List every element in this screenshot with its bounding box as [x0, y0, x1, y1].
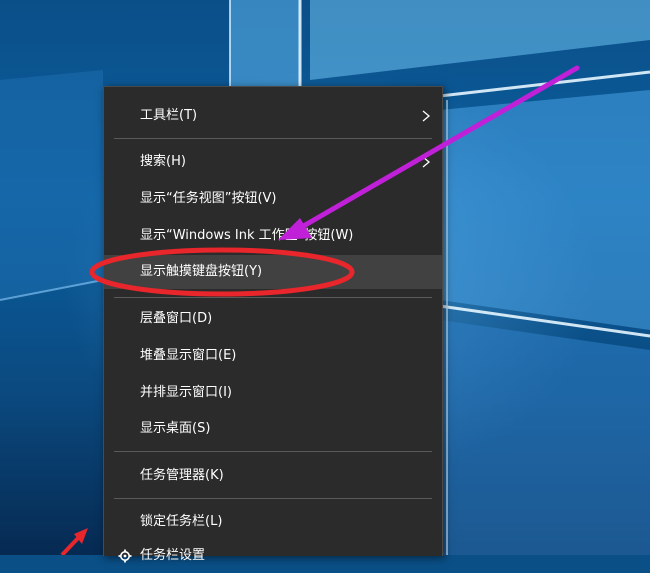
- menu-item-label: 堆叠显示窗口(E): [140, 348, 237, 363]
- menu-item-label: 显示触摸键盘按钮(Y): [140, 264, 263, 279]
- menu-item-label: 显示“任务视图”按钮(V): [140, 191, 277, 206]
- menu-item-label: 并排显示窗口(I): [140, 385, 232, 400]
- menu-separator: [114, 297, 432, 298]
- menu-item-show-touch-keyboard-button[interactable]: 显示触摸键盘按钮(Y): [104, 255, 442, 289]
- menu-item-toolbars[interactable]: 工具栏(T): [104, 99, 442, 133]
- taskbar-context-menu: 工具栏(T) 搜索(H) 显示“任务视图”按钮(V) 显示“Windows In…: [103, 86, 443, 563]
- menu-item-taskbar-settings[interactable]: 任务栏设置: [104, 539, 442, 573]
- menu-item-stack-windows[interactable]: 堆叠显示窗口(E): [104, 339, 442, 373]
- menu-item-label: 锁定任务栏(L): [140, 514, 223, 529]
- menu-item-label: 显示“Windows Ink 工作区”按钮(W): [140, 228, 354, 243]
- menu-item-show-task-view-button[interactable]: 显示“任务视图”按钮(V): [104, 182, 442, 216]
- menu-item-cascade-windows[interactable]: 层叠窗口(D): [104, 302, 442, 336]
- menu-item-task-manager[interactable]: 任务管理器(K): [104, 459, 442, 493]
- menu-item-show-windows-ink-button[interactable]: 显示“Windows Ink 工作区”按钮(W): [104, 219, 442, 253]
- menu-item-label: 工具栏(T): [140, 108, 198, 123]
- menu-item-label: 任务栏设置: [140, 548, 206, 563]
- menu-item-label: 任务管理器(K): [140, 468, 224, 483]
- menu-item-label: 层叠窗口(D): [140, 311, 213, 326]
- menu-item-search[interactable]: 搜索(H): [104, 145, 442, 179]
- chevron-right-icon: [422, 156, 431, 168]
- menu-item-label: 显示桌面(S): [140, 421, 211, 436]
- menu-item-label: 搜索(H): [140, 154, 186, 169]
- menu-separator: [114, 498, 432, 499]
- menu-separator: [114, 138, 432, 139]
- chevron-right-icon: [422, 110, 431, 122]
- menu-separator: [114, 451, 432, 452]
- menu-item-show-desktop[interactable]: 显示桌面(S): [104, 412, 442, 446]
- menu-item-side-by-side-windows[interactable]: 并排显示窗口(I): [104, 376, 442, 410]
- menu-item-lock-taskbar[interactable]: 锁定任务栏(L): [104, 505, 442, 539]
- gear-icon: [118, 549, 132, 563]
